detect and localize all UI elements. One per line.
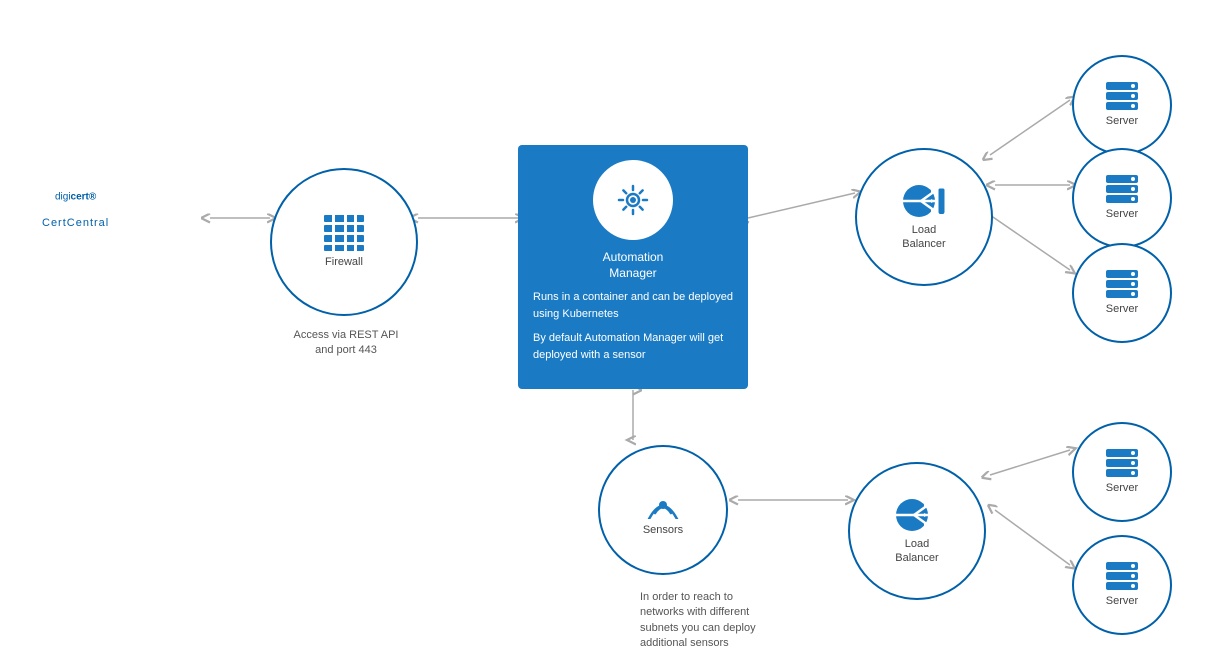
automation-inner-circle [593, 160, 673, 240]
diagram-container: digicert® CertCentral Firewall Access vi… [0, 0, 1230, 660]
server-top3-label: Server [1106, 302, 1138, 316]
server-top2-node: Server [1072, 148, 1172, 248]
firewall-icon [324, 215, 364, 251]
server-bottom1-node: Server [1072, 422, 1172, 522]
server-top2-label: Server [1106, 207, 1138, 221]
logo-subtitle: CertCentral [42, 217, 109, 229]
server-top1-label: Server [1106, 114, 1138, 128]
logo-brand: digicert® [42, 185, 109, 217]
firewall-sublabel: Access via REST APIand port 443 [272, 328, 420, 359]
server-top1-icon [1106, 82, 1138, 110]
lb-top-icon [901, 183, 947, 219]
sensors-caption: In order to reach to networks with diffe… [640, 590, 820, 652]
firewall-node: Firewall [270, 168, 418, 316]
server-bottom2-label: Server [1106, 594, 1138, 608]
server-top2-icon [1106, 175, 1138, 203]
firewall-label: Firewall [325, 255, 363, 269]
digicert-logo: digicert® CertCentral [42, 185, 109, 229]
server-bottom1-icon [1106, 449, 1138, 477]
server-bottom2-icon [1106, 562, 1138, 590]
automation-manager-desc: Runs in a container and can be deployed … [533, 289, 733, 371]
server-top3-icon [1106, 270, 1138, 298]
server-bottom2-node: Server [1072, 535, 1172, 635]
server-bottom1-label: Server [1106, 481, 1138, 495]
load-balancer-bottom-node: LoadBalancer [848, 462, 986, 600]
server-top3-node: Server [1072, 243, 1172, 343]
lb-bottom-label: LoadBalancer [895, 537, 938, 566]
automation-manager-box: Automation Manager Runs in a container a… [518, 145, 748, 389]
sensors-node: Sensors [598, 445, 728, 575]
lb-bottom-icon [894, 497, 940, 533]
sensors-icon [643, 483, 683, 519]
automation-manager-title: Automation Manager [603, 250, 664, 281]
load-balancer-top-node: LoadBalancer [855, 148, 993, 286]
lb-top-label: LoadBalancer [902, 223, 945, 252]
sensors-label: Sensors [643, 523, 683, 537]
automation-icon [614, 181, 652, 219]
server-top1-node: Server [1072, 55, 1172, 155]
